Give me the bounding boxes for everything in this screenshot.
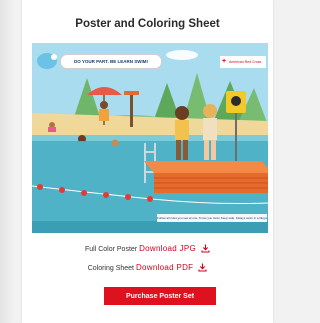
download-label: Full Color Poster [84, 246, 138, 253]
download-label: Coloring Sheet [87, 265, 134, 272]
poster-footer-note: Follow all rules you see at one. Know yo… [157, 214, 267, 222]
card-title: Poster and Coloring Sheet [75, 18, 220, 30]
poster-card: Poster and Coloring Sheet DO YOUR PART. … [22, 0, 273, 323]
download-pdf-link[interactable]: Download PDF [136, 263, 193, 272]
download-row-coloring: Coloring Sheet Download PDF [22, 263, 273, 274]
poster-image[interactable]: DO YOUR PART. BE LEARN SWIM! + American … [32, 43, 268, 233]
download-icon[interactable] [201, 244, 210, 255]
page-gutter [0, 0, 14, 323]
download-icon[interactable] [198, 263, 207, 274]
red-cross-icon: + [222, 58, 227, 65]
speech-bubble: DO YOUR PART. BE LEARN SWIM! [60, 54, 162, 69]
red-cross-logo: + American Red Cross [220, 56, 266, 68]
poster-illustration [32, 43, 268, 233]
red-cross-brand: American Red Cross [229, 60, 262, 64]
purchase-poster-set-button[interactable]: Purchase Poster Set [104, 287, 216, 305]
download-row-poster: Full Color Poster Download JPG [22, 244, 273, 255]
download-jpg-link[interactable]: Download JPG [139, 244, 196, 253]
